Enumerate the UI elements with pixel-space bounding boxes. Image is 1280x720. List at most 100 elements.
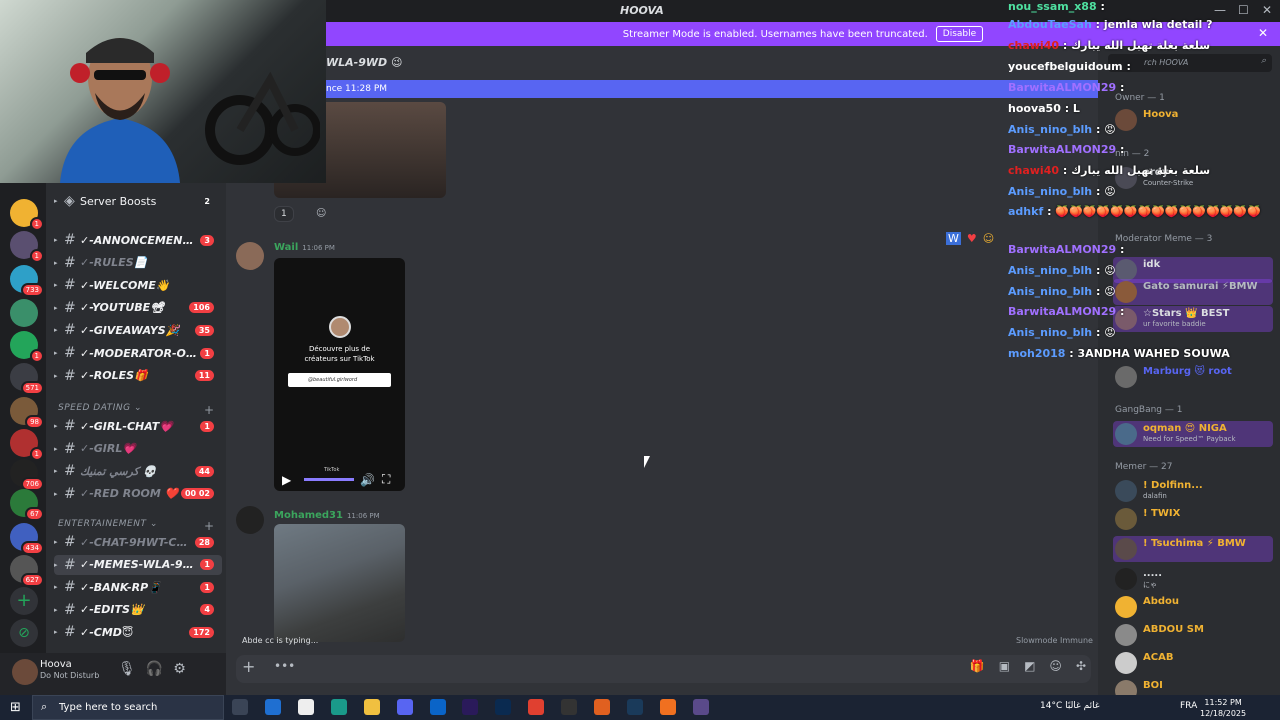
heart-icon[interactable]: ♥ <box>967 232 977 245</box>
file-icon[interactable] <box>298 699 314 715</box>
user-name[interactable]: Hoova <box>40 659 72 670</box>
windows-start-icon[interactable]: ⊞ <box>10 700 21 715</box>
folder-icon[interactable] <box>364 699 380 715</box>
author-name[interactable]: Wail <box>274 242 298 253</box>
edge-icon[interactable] <box>331 699 347 715</box>
channel-item[interactable]: ▸ # ✓-ROLES🎁 11 <box>54 366 222 386</box>
emoji-icon[interactable]: ☺ <box>1049 659 1062 673</box>
photoshop-icon[interactable] <box>495 699 511 715</box>
category-entertainement[interactable]: ENTERTAINEMENT ⌄ + <box>58 519 214 533</box>
channel-item[interactable]: ▸ # ✓-EDITS👑 4 <box>54 600 222 620</box>
discord-icon[interactable] <box>397 699 413 715</box>
volume-icon[interactable]: 🔊 <box>360 473 375 487</box>
channel-item[interactable]: ▸ # ✓-YOUTUBE📽 106 <box>54 298 222 318</box>
weather-widget[interactable]: 14°C غائم غالبًا <box>1040 701 1100 711</box>
server-icon[interactable]: 1 <box>10 199 44 231</box>
steam-icon[interactable] <box>627 699 643 715</box>
app-icon[interactable] <box>594 699 610 715</box>
store-icon[interactable] <box>265 699 281 715</box>
server-icon[interactable]: 67 <box>10 489 44 521</box>
task-view-icon[interactable] <box>232 699 248 715</box>
microphone-icon[interactable]: 🎙 <box>118 661 136 677</box>
add-channel-icon[interactable]: + <box>204 519 215 533</box>
member-item[interactable]: ! Dolfinn... dalafin <box>1113 478 1273 504</box>
add-channel-icon[interactable]: + <box>204 403 215 417</box>
app-icon[interactable] <box>660 699 676 715</box>
member-item[interactable]: ! TWIX <box>1113 506 1273 532</box>
gear-icon[interactable]: ⚙ <box>173 661 186 677</box>
server-icon[interactable]: 571 <box>10 363 44 395</box>
premiere-icon[interactable] <box>462 699 478 715</box>
obs-icon[interactable] <box>561 699 577 715</box>
channel-label: ✓-EDITS👑 <box>80 603 144 617</box>
headphones-icon[interactable]: 🎧 <box>146 661 163 677</box>
channel-item[interactable]: ▸ # ✓-RULES📄 <box>54 253 222 273</box>
message-author[interactable]: Mohamed31 11:06 PM <box>274 510 380 521</box>
member-item[interactable]: Marburg 😻 root <box>1113 364 1273 390</box>
hash-icon: # <box>64 579 76 596</box>
chevron-right-icon: ▸ <box>54 258 58 267</box>
channel-item[interactable]: ▸ # ✓-WELCOME👋 <box>54 275 222 295</box>
member-item[interactable]: Abdou <box>1113 594 1273 620</box>
add-server-icon[interactable]: + <box>10 587 38 615</box>
server-icon[interactable]: 706 <box>10 459 44 491</box>
language-indicator[interactable]: FRA <box>1180 701 1197 711</box>
server-boosts-item[interactable]: ▸ ◈ Server Boosts 2 <box>54 191 222 211</box>
chevron-right-icon: ▸ <box>54 349 58 357</box>
laugh-icon[interactable]: ☺ <box>983 232 994 245</box>
add-reaction-icon[interactable]: ☺ <box>316 208 326 219</box>
server-icon[interactable]: 1 <box>10 429 44 461</box>
outlook-icon[interactable] <box>430 699 446 715</box>
clock[interactable]: 11:52 PM 12/18/2025 <box>1200 697 1246 719</box>
server-icon[interactable] <box>10 299 38 327</box>
explore-icon[interactable]: ⊘ <box>10 619 38 647</box>
gif-icon[interactable]: ▣ <box>999 659 1010 673</box>
channel-item[interactable]: ▸ # ✓-CMD😇 172 <box>54 622 222 642</box>
avatar[interactable] <box>12 659 38 685</box>
channel-item[interactable]: ▸ # كرسي تمنيك 💀 44 <box>54 461 222 481</box>
member-item[interactable]: oqman 😍 NIGA Need for Speed™ Payback <box>1113 421 1273 447</box>
tiktok-search[interactable]: @beautiful.girlword <box>288 373 391 387</box>
channel-item[interactable]: ▸ # ✓-GIRL-CHAT💗 1 <box>54 416 222 436</box>
message-author[interactable]: Wail 11:06 PM <box>274 242 335 253</box>
channel-item[interactable]: ▸ # ✓-CHAT-9HWT-CH... 28 <box>54 532 222 552</box>
apps-icon[interactable]: ✣ <box>1076 659 1086 673</box>
server-icon[interactable]: 1 <box>10 331 44 363</box>
more-options-icon[interactable]: ••• <box>274 659 295 673</box>
server-icon[interactable]: 434 <box>10 523 44 555</box>
channel-item[interactable]: ▸ # ✓-BANK-RP📱 1 <box>54 577 222 597</box>
app-icon[interactable] <box>693 699 709 715</box>
channel-item[interactable]: ▸ # ✓-GIRL💗 <box>54 439 222 459</box>
channel-item[interactable]: ▸ # ✓-RED ROOM ❤️ 00 02 <box>54 484 222 504</box>
member-item[interactable]: ! Tsuchima ⚡ BMW <box>1113 536 1273 562</box>
channel-item[interactable]: ▸ # ✓-MEMES-WLA-9W... 1 <box>54 554 222 575</box>
add-attachment-icon[interactable]: + <box>242 657 255 676</box>
member-item[interactable]: ABDOU SM <box>1113 622 1273 648</box>
channel-item[interactable]: ▸ # ✓-MODERATOR-ON... 1 <box>54 343 222 363</box>
server-icon[interactable]: 627 <box>10 555 44 587</box>
reaction-button[interactable]: 1 <box>274 206 294 222</box>
gift-icon[interactable]: 🎁 <box>970 659 985 673</box>
member-item[interactable]: ..... にゃ <box>1113 566 1273 592</box>
disable-streamer-mode-button[interactable]: Disable <box>935 26 984 42</box>
server-icon[interactable]: 98 <box>10 397 44 429</box>
member-item[interactable]: ACAB <box>1113 650 1273 676</box>
category-speed-dating[interactable]: SPEED DATING ⌄ + <box>58 403 214 417</box>
message-input[interactable] <box>236 655 1091 683</box>
w-emoji-icon[interactable]: W <box>946 232 961 245</box>
tiktok-embed[interactable]: Découvre plus de créateurs sur TikTok @be… <box>274 258 405 491</box>
server-icon[interactable]: 733 <box>10 265 44 297</box>
channel-item[interactable]: ▸ # ✓-GIVEAWAYS🎉 35 <box>54 320 222 340</box>
chrome-icon[interactable] <box>528 699 544 715</box>
channel-item[interactable]: ▸ # ✓-ANNONCEMENTS... 3 <box>54 230 222 250</box>
fullscreen-icon[interactable]: ⛶ <box>382 472 390 487</box>
server-icon[interactable]: 1 <box>10 231 44 263</box>
taskbar-search-input[interactable]: ⌕ Type here to search <box>32 695 224 720</box>
video-progress-bar[interactable] <box>304 478 354 481</box>
avatar[interactable] <box>236 242 264 270</box>
sticker-icon[interactable]: ◩ <box>1024 659 1035 673</box>
play-icon[interactable]: ▶ <box>282 473 291 487</box>
author-name[interactable]: Mohamed31 <box>274 510 343 521</box>
attachment-image[interactable] <box>274 524 405 642</box>
avatar[interactable] <box>236 506 264 534</box>
